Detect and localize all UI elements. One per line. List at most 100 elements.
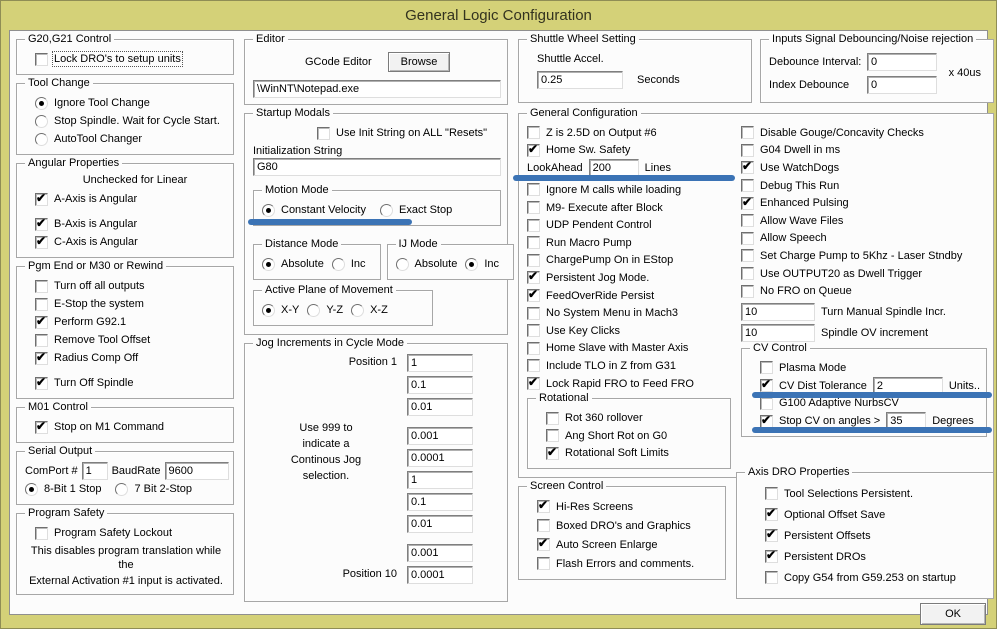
checkbox-row[interactable]: Rotational Soft Limits [546, 445, 724, 463]
jog-increment-input[interactable] [407, 471, 473, 489]
checkbox-row[interactable]: Turn off all outputs [35, 277, 227, 295]
browse-button[interactable]: Browse [387, 52, 451, 72]
group-title: Jog Increments in Cycle Mode [253, 337, 407, 349]
radio-row[interactable]: 7 Bit 2-Stop [115, 480, 192, 498]
cv-dist-tolerance-input[interactable] [872, 376, 943, 395]
checkbox-row[interactable]: ChargePump On in EStop [527, 252, 731, 270]
lookahead-input[interactable] [588, 159, 639, 178]
checkbox-row[interactable]: Auto Screen Enlarge [537, 535, 719, 554]
shuttle-accel-label-row: Shuttle Accel. [537, 50, 745, 68]
cv-dist-tolerance-row[interactable]: CV Dist Tolerance Units.. [751, 376, 993, 398]
checkbox-row[interactable]: Lock Rapid FRO to Feed FRO [527, 375, 731, 393]
use-init-string-row[interactable]: Use Init String on ALL "Resets" [317, 124, 501, 142]
checkbox-row[interactable]: C-Axis is Angular [35, 233, 227, 251]
comport-input[interactable] [81, 462, 108, 480]
jog-increment-input[interactable] [407, 493, 473, 511]
radio-label: Inc [484, 258, 499, 270]
editor-path-input[interactable] [253, 80, 501, 98]
checkbox-row[interactable]: Optional Offset Save [765, 504, 987, 525]
radio-row[interactable]: Absolute [395, 255, 457, 273]
jog-increment-input[interactable] [407, 515, 473, 533]
checkbox-row[interactable]: Allow Wave Files [741, 212, 987, 230]
jog-increment-input[interactable] [407, 566, 473, 584]
checkbox-row[interactable]: Persistent Jog Mode. [527, 269, 731, 287]
checkbox-row[interactable]: Persistent DROs [765, 546, 987, 567]
checkbox-row[interactable]: Set Charge Pump to 5Khz - Laser Stndby [741, 247, 987, 265]
baudrate-input[interactable] [164, 462, 229, 480]
checkbox-row[interactable]: Persistent Offsets [765, 525, 987, 546]
checkbox-row[interactable]: Flash Errors and comments. [537, 554, 719, 573]
stop-cv-on-angles-row[interactable]: Stop CV on angles > Degrees [751, 412, 993, 434]
radio-row[interactable]: Inc [331, 255, 366, 273]
radio-row[interactable]: Exact Stop [380, 201, 452, 219]
checkbox-row[interactable]: Copy G54 from G59.253 on startup [765, 567, 987, 588]
radio-row[interactable]: Stop Spindle. Wait for Cycle Start. [35, 112, 227, 130]
stop-cv-angle-input[interactable] [886, 412, 927, 431]
checkbox-row[interactable]: Enhanced Pulsing [741, 194, 987, 212]
checkbox-row[interactable]: E-Stop the system [35, 295, 227, 313]
radio-row[interactable]: Absolute [262, 255, 324, 273]
radio-row[interactable]: AutoTool Changer [35, 130, 227, 148]
checkbox-row[interactable]: Z is 2.5D on Output #6 [527, 124, 731, 142]
jog-increment-input[interactable] [407, 376, 473, 394]
shuttle-accel-input[interactable] [537, 71, 623, 89]
jog-increment-input[interactable] [407, 398, 473, 416]
checkbox-row[interactable]: Disable Gouge/Concavity Checks [741, 124, 987, 142]
radio-row[interactable]: Ignore Tool Change [35, 94, 227, 112]
spindle-ov-increment-label: Spindle OV increment [821, 326, 928, 339]
checkbox-row[interactable]: Use WatchDogs [741, 159, 987, 177]
ok-button[interactable]: OK [920, 603, 987, 626]
radio-label: 8-Bit 1 Stop [44, 483, 102, 495]
checkbox-row[interactable]: Program Safety Lockout [35, 524, 227, 542]
radio-row[interactable]: Inc [465, 255, 499, 273]
init-string-input[interactable] [253, 158, 501, 176]
radio-row[interactable]: X-Z [351, 301, 388, 319]
radio-row[interactable]: 8-Bit 1 Stop [25, 480, 101, 498]
radio-row[interactable]: Y-Z [307, 301, 343, 319]
checkbox-row[interactable]: Home Slave with Master Axis [527, 340, 731, 358]
plasma-mode-row[interactable]: Plasma Mode [760, 359, 980, 377]
column-right: Shuttle Wheel Setting Shuttle Accel. Sec… [513, 33, 995, 626]
checkbox-row[interactable]: Hi-Res Screens [537, 497, 719, 516]
checkbox-row[interactable]: G04 Dwell in ms [741, 142, 987, 160]
checkbox-row[interactable]: Turn Off Spindle [35, 374, 227, 392]
jog-increment-input[interactable] [407, 544, 473, 562]
checkbox-row[interactable]: UDP Pendent Control [527, 216, 731, 234]
jog-increment-input[interactable] [407, 427, 473, 445]
checkbox-row[interactable]: Allow Speech [741, 230, 987, 248]
checkbox-row[interactable]: No System Menu in Mach3 [527, 304, 731, 322]
checkbox-row[interactable]: Ang Short Rot on G0 [546, 427, 724, 445]
checkbox-row[interactable]: Tool Selections Persistent. [765, 483, 987, 504]
radio-row[interactable]: Constant Velocity [248, 201, 412, 225]
checkbox-row[interactable]: B-Axis is Angular [35, 215, 227, 233]
checkbox-row[interactable]: Radius Comp Off [35, 349, 227, 367]
checkbox [35, 375, 48, 390]
spindle-ov-increment-input[interactable] [741, 323, 815, 342]
turn-manual-spindle-input[interactable] [741, 302, 815, 321]
checkbox-row[interactable]: Rot 360 rollover [546, 409, 724, 427]
checkbox-row[interactable]: A-Axis is Angular [35, 190, 227, 208]
checkbox-row[interactable]: No FRO on Queue [741, 282, 987, 300]
index-debounce-input[interactable] [867, 75, 938, 94]
checkbox-row[interactable]: Stop on M1 Command [35, 418, 227, 436]
debounce-interval-input[interactable] [867, 52, 938, 71]
checkbox-label: Persistent Jog Mode. [546, 271, 650, 284]
group-cv-control: CV Control Plasma Mode CV Dist Tolerance… [741, 341, 993, 438]
checkbox-row[interactable]: Use Key Clicks [527, 322, 731, 340]
checkbox-row[interactable]: Use OUTPUT20 as Dwell Trigger [741, 265, 987, 283]
checkbox-row[interactable]: Remove Tool Offset [35, 331, 227, 349]
checkbox-row[interactable]: M9- Execute after Block [527, 199, 731, 217]
checkbox-row[interactable]: Include TLO in Z from G31 [527, 357, 731, 375]
checkbox-label: A-Axis is Angular [54, 193, 138, 205]
checkbox-row[interactable]: Home Sw. Safety [527, 142, 731, 160]
radio-row[interactable]: X-Y [262, 301, 299, 319]
jog-increment-input[interactable] [407, 449, 473, 467]
jog-increment-input[interactable] [407, 354, 473, 372]
checkbox-row[interactable]: Debug This Run [741, 177, 987, 195]
checkbox-row[interactable]: Boxed DRO's and Graphics [537, 516, 719, 535]
checkbox-row[interactable]: Lock DRO's to setup units [35, 50, 227, 68]
checkbox-row[interactable]: Run Macro Pump [527, 234, 731, 252]
checkbox-row[interactable]: Ignore M calls while loading [527, 181, 731, 199]
checkbox-row[interactable]: Perform G92.1 [35, 313, 227, 331]
checkbox-row[interactable]: FeedOverRide Persist [527, 287, 731, 305]
